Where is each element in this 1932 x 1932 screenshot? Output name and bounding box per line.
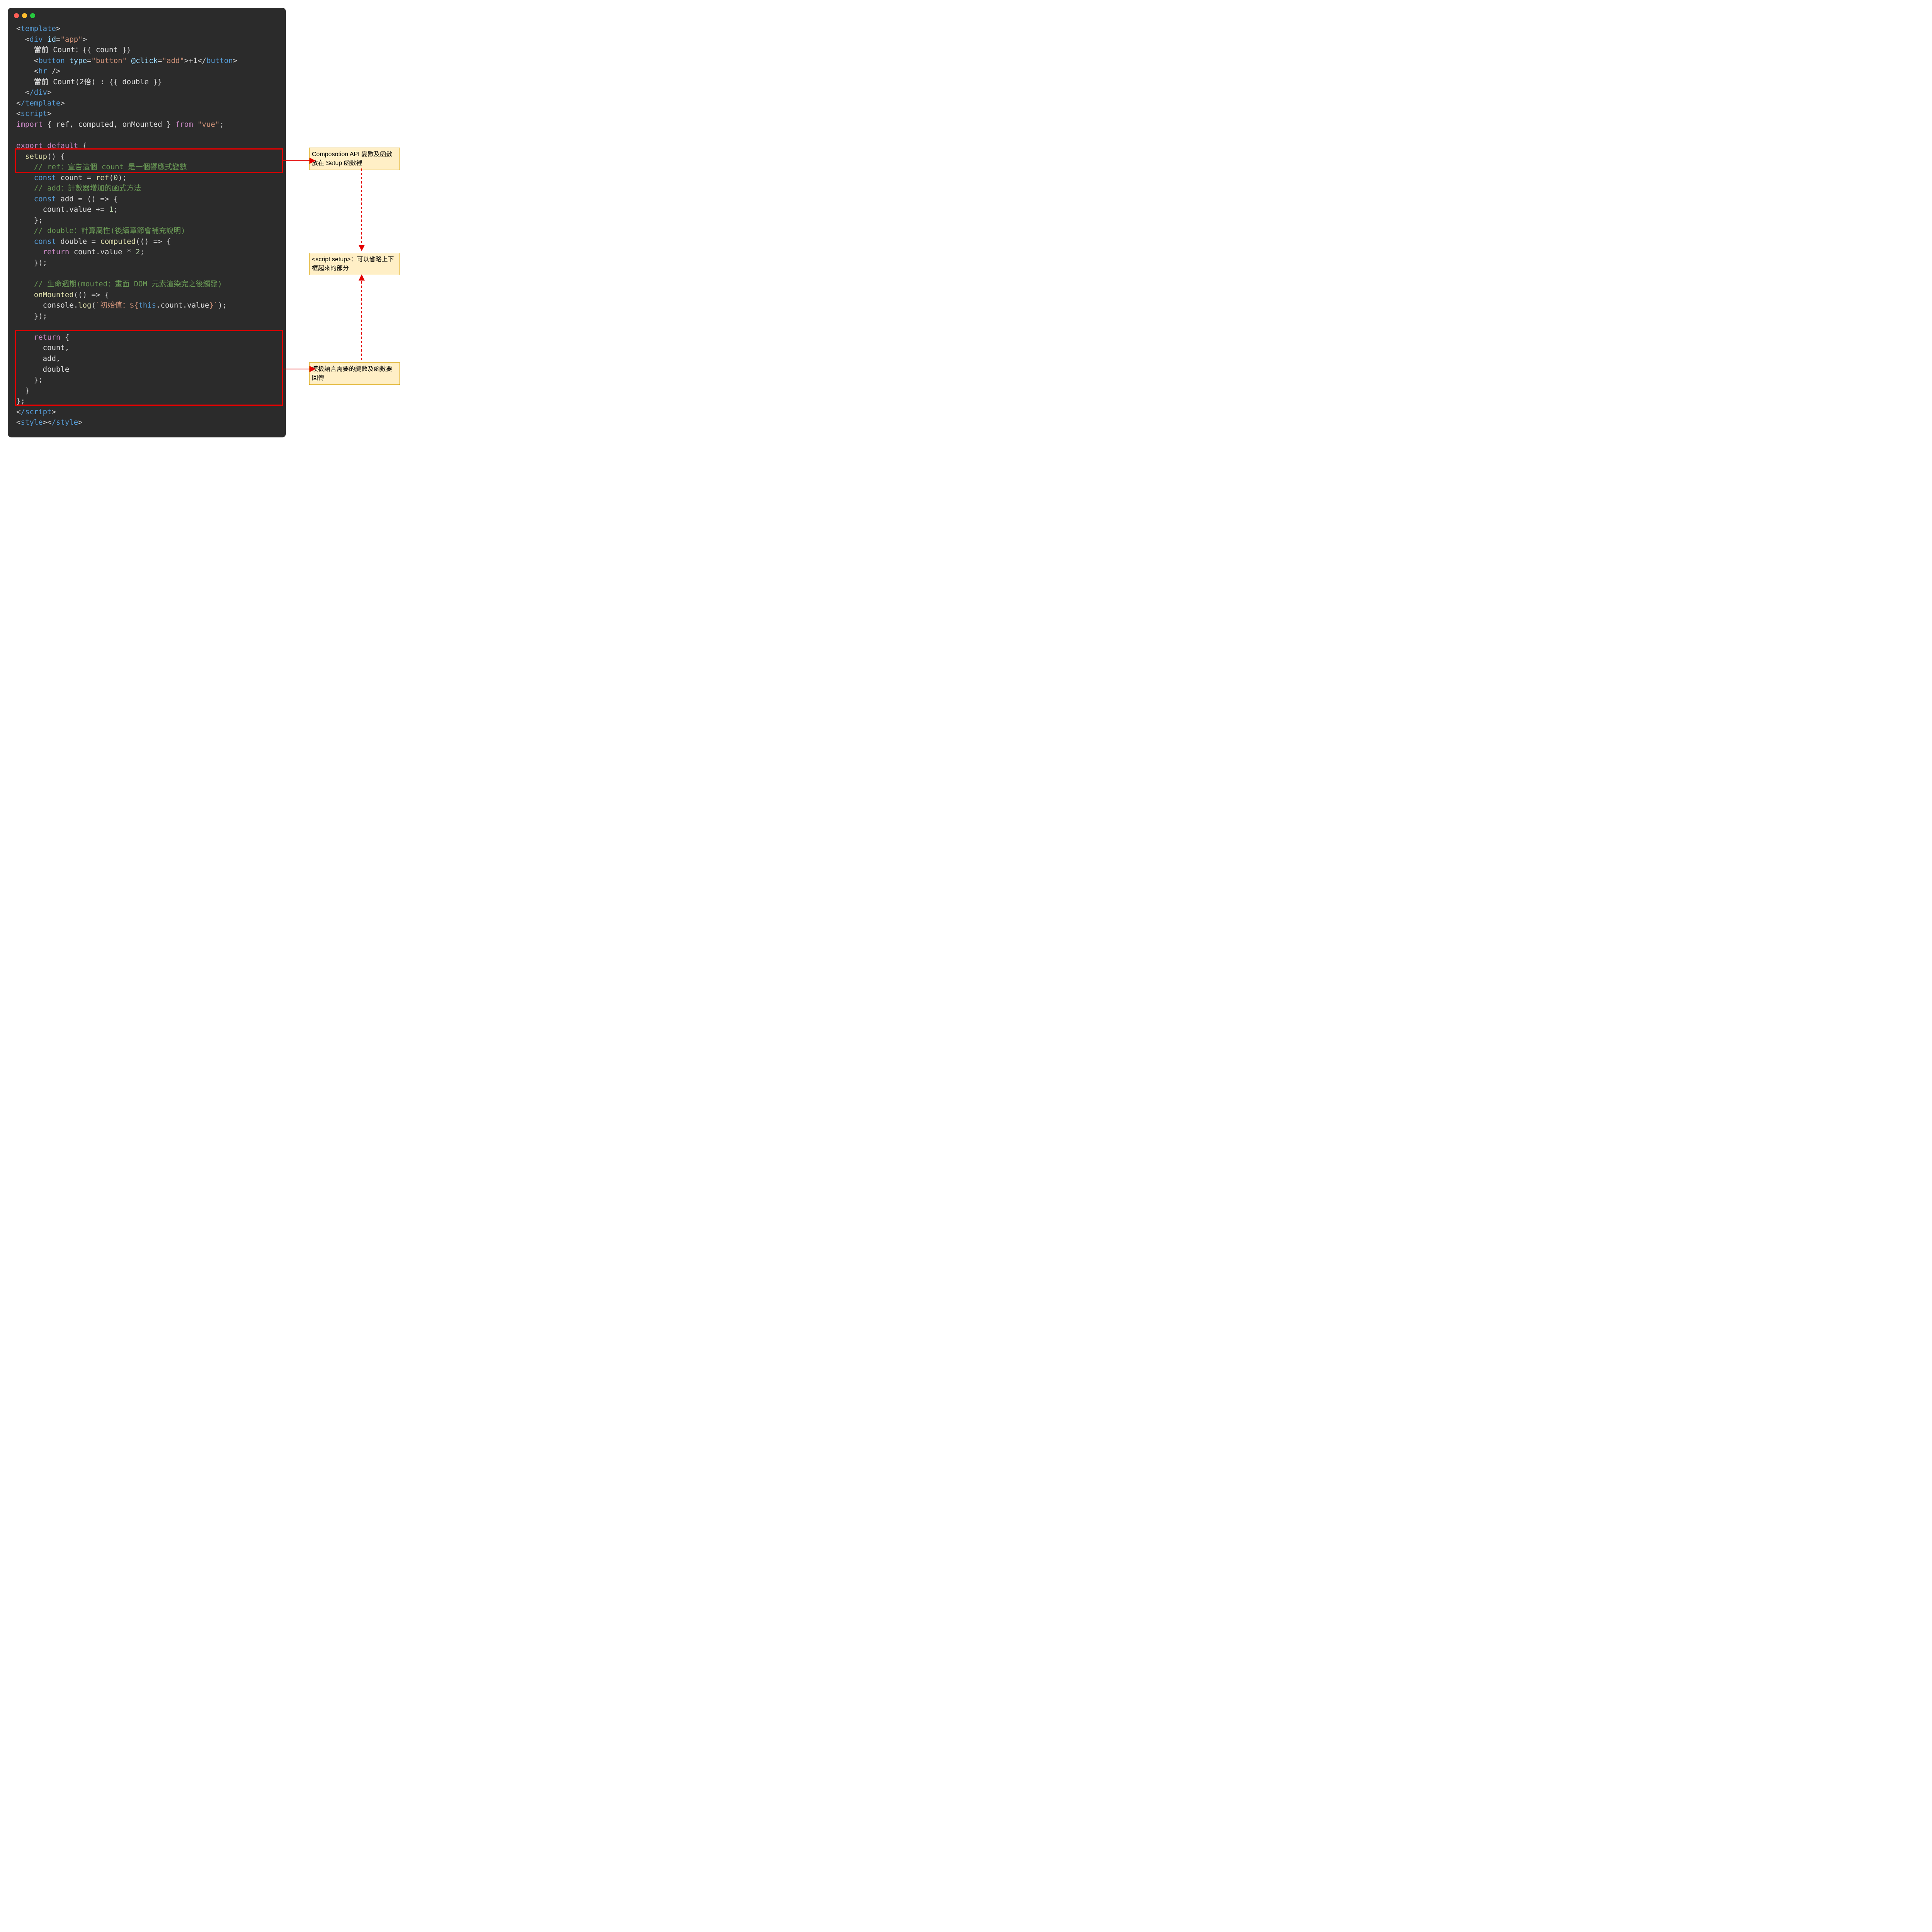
count-ref-1: count (43, 205, 65, 214)
const-kw-1: const (34, 173, 56, 182)
comment-lifecycle: // 生命週期(mouted：畫面 DOM 元素渲染完之後觸發) (34, 280, 222, 288)
hr-tag: hr (38, 67, 47, 75)
console-obj: console (43, 301, 74, 310)
tmpl-lit-1: `初始值：${ (96, 301, 138, 310)
import-names: { ref, computed, onMounted } (47, 120, 171, 129)
value-prop-1: value (69, 205, 91, 214)
double-var: double (60, 237, 87, 246)
tmpl-lit-2: }` (209, 301, 218, 310)
template-open-tag: template (20, 24, 56, 33)
button-tag: button (38, 56, 65, 65)
code-window: <template> <div id="app"> 當前 Count：{{ co… (8, 8, 286, 437)
const-kw-3: const (34, 237, 56, 246)
div-close-tag: /div (29, 88, 47, 97)
const-kw-2: const (34, 195, 56, 203)
return-kw-2: return (34, 333, 61, 342)
script-close-tag: /script (20, 408, 51, 416)
count-ref-3: count (161, 301, 183, 310)
close-dot-icon (14, 13, 19, 18)
count-var: count (60, 173, 82, 182)
comment-double: // double：計算屬性(後續章節會補充說明) (34, 226, 185, 235)
type-attr: type (69, 56, 87, 65)
export-kw: export (16, 141, 43, 150)
setup-fn: setup (25, 152, 47, 161)
this-kw: this (138, 301, 156, 310)
default-kw: default (47, 141, 78, 150)
text-double-line: 當前 Count(2倍) : {{ double }} (34, 78, 162, 86)
id-attr: id (47, 35, 56, 44)
script-open-tag: script (20, 109, 47, 118)
style-close-tag: /style (52, 418, 78, 427)
text-count-line: 當前 Count：{{ count }} (34, 46, 131, 54)
onmounted-call: onMounted (34, 291, 74, 299)
add-var: add (60, 195, 73, 203)
click-val: "add" (162, 56, 184, 65)
style-open-tag: style (20, 418, 43, 427)
one-num: 1 (109, 205, 113, 214)
comment-add: // add：計數器增加的函式方法 (34, 184, 141, 192)
minimize-dot-icon (22, 13, 27, 18)
button-close-tag: button (206, 56, 233, 65)
computed-call: computed (100, 237, 136, 246)
value-prop-2: value (100, 248, 122, 256)
return-kw-1: return (43, 248, 70, 256)
click-attr: @click (131, 56, 158, 65)
count-ref-2: count (74, 248, 96, 256)
maximize-dot-icon (30, 13, 35, 18)
log-fn: log (78, 301, 91, 310)
code-block: <template> <div id="app"> 當前 Count：{{ co… (8, 21, 286, 430)
type-val: "button" (92, 56, 127, 65)
return-double: double (43, 365, 70, 374)
diagram-container: <template> <div id="app"> 當前 Count：{{ co… (8, 8, 1924, 437)
ref-call: ref (96, 173, 109, 182)
from-kw: from (175, 120, 193, 129)
annotation-setup: Composotion API 變數及函數放在 Setup 函數裡 (309, 148, 400, 170)
import-src: "vue" (197, 120, 219, 129)
import-kw: import (16, 120, 43, 129)
window-titlebar (8, 8, 286, 21)
two-num: 2 (136, 248, 140, 256)
button-text: +1 (189, 56, 197, 65)
return-count: count, (43, 344, 70, 352)
comment-ref: // ref：宣告這個 count 是一個響應式變數 (34, 163, 187, 171)
div-open-tag: div (29, 35, 43, 44)
id-val: "app" (60, 35, 82, 44)
value-prop-3: value (187, 301, 209, 310)
annotation-return: 模板語言需要的變數及函數要回傳 (309, 362, 400, 385)
annotation-script-setup: <script setup>：可以省略上下框起來的部分 (309, 253, 400, 275)
zero-num: 0 (114, 173, 118, 182)
template-close-tag: /template (20, 99, 60, 107)
return-add: add, (43, 354, 61, 363)
